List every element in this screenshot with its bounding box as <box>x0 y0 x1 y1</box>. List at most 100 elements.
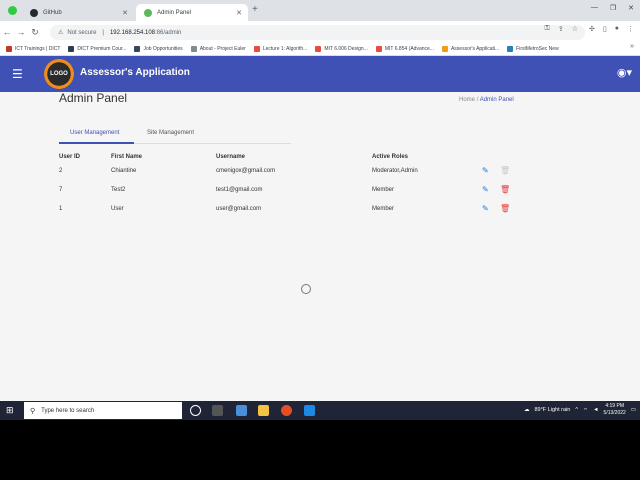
tab-github[interactable]: GitHub ✕ <box>22 4 134 21</box>
header-active-roles: Active Roles <box>372 154 409 160</box>
delete-icon[interactable]: 🗑 <box>500 204 510 213</box>
bookmark-item[interactable]: About - Project Euler <box>190 46 246 52</box>
close-icon[interactable]: ✕ <box>236 9 242 17</box>
bookmark-item[interactable]: Job Opportunities <box>134 46 183 52</box>
forward-icon[interactable]: → <box>14 27 28 37</box>
weather-text[interactable]: 89°F Light rain <box>534 407 570 413</box>
warning-icon[interactable]: ⚠ <box>58 29 63 36</box>
url-host: 192.168.254.108 <box>109 29 156 36</box>
breadcrumb-current: Admin Panel <box>479 97 514 103</box>
tab-admin-panel[interactable]: Admin Panel ✕ <box>136 4 248 21</box>
cell-first-name: Chiantine <box>111 168 137 174</box>
vscode-icon[interactable] <box>304 405 315 416</box>
window-controls: — ❐ ✕ <box>591 4 634 12</box>
star-icon[interactable]: ☆ <box>572 25 578 33</box>
separator: | <box>102 29 104 36</box>
new-tab-button[interactable]: + <box>252 4 258 15</box>
cell-first-name: Test2 <box>111 187 126 193</box>
profile-icon[interactable] <box>8 6 17 15</box>
bookmark-item[interactable]: DICT Premium Cour... <box>68 46 126 52</box>
admin-favicon-icon <box>144 8 152 17</box>
minimize-button[interactable]: — <box>591 4 598 12</box>
task-view-icon[interactable] <box>212 405 223 416</box>
key-icon[interactable]: ⚿ <box>545 25 550 33</box>
table-row: 7 Test2 test1@gmail.com Member ✎ 🗑 <box>59 185 529 205</box>
weather-icon[interactable]: ☁ <box>524 407 530 413</box>
app-header: ☰ LOGO Assessor's Application ◉▾ <box>0 56 640 92</box>
cell-user-id: 7 <box>59 187 63 193</box>
table-row: 2 Chiantine cmenigox@gmail.com Moderator… <box>59 166 529 186</box>
reload-icon[interactable]: ↻ <box>28 27 42 38</box>
network-icon[interactable]: ⌔ <box>583 407 588 414</box>
loading-cursor-icon <box>301 284 311 294</box>
cell-active-roles: Member <box>372 206 395 212</box>
delete-icon[interactable]: 🗑 <box>500 185 510 194</box>
system-tray: ☁ 89°F Light rain ^ ⌔ ◄ 4:19 PM 5/13/202… <box>524 403 636 417</box>
bookmarks-bar: ICT Trainings | DICT DICT Premium Cour..… <box>0 43 640 56</box>
management-tabs: User Management Site Management <box>59 128 291 144</box>
share-icon[interactable]: ⇪ <box>558 25 564 33</box>
notifications-icon[interactable]: ▭ <box>631 407 636 413</box>
maximize-button[interactable]: ❐ <box>610 4 616 12</box>
clock[interactable]: 4:19 PM 5/13/2022 <box>604 403 626 417</box>
cell-username: cmenigox@gmail.com <box>216 168 276 174</box>
cell-user-id: 2 <box>59 168 63 174</box>
bookmarks-overflow-icon[interactable]: » <box>630 43 634 50</box>
puzzle-icon[interactable]: ✣ <box>589 25 595 33</box>
cell-first-name: User <box>111 206 124 212</box>
cortana-icon[interactable] <box>190 405 201 416</box>
chrome-icon[interactable] <box>281 405 292 416</box>
edit-icon[interactable]: ✎ <box>482 166 489 175</box>
hamburger-menu-icon[interactable]: ☰ <box>12 67 23 81</box>
bookmark-item[interactable]: FirstMetroSec New <box>507 46 559 52</box>
omnibox-actions: ⚿ ⇪ ☆ <box>545 25 578 33</box>
profile-avatar-icon[interactable]: ● <box>615 25 619 33</box>
chevron-up-icon[interactable]: ^ <box>575 407 578 413</box>
breadcrumb-separator: / <box>476 97 479 103</box>
bookmark-item[interactable]: Lecture 1: Algorith... <box>253 46 307 52</box>
github-icon <box>30 8 38 17</box>
back-icon[interactable]: ← <box>0 27 14 37</box>
bookmark-icon <box>190 46 197 52</box>
close-icon[interactable]: ✕ <box>122 9 128 17</box>
edit-icon[interactable]: ✎ <box>482 204 489 213</box>
extension-icons: ✣ ▯ ● ⋮ <box>589 25 634 33</box>
delete-icon: 🗑 <box>500 166 511 175</box>
windows-start-icon[interactable]: ⊞ <box>6 405 14 416</box>
bookmark-item[interactable]: ICT Trainings | DICT <box>6 46 60 52</box>
address-bar[interactable]: ⚠ Not secure | 192.168.254.108 :86/admin <box>50 25 585 40</box>
app-logo[interactable]: LOGO <box>44 59 74 89</box>
taskbar-search-input[interactable]: ⚲ Type here to search <box>24 402 182 419</box>
security-label: Not secure <box>67 29 97 36</box>
account-icon[interactable]: ◉▾ <box>617 66 632 79</box>
header-user-id: User ID <box>59 154 81 160</box>
edit-icon[interactable]: ✎ <box>482 185 489 194</box>
bookmark-icon <box>441 46 448 52</box>
close-window-button[interactable]: ✕ <box>628 4 634 12</box>
breadcrumb-home[interactable]: Home <box>459 97 475 103</box>
sidebar-icon[interactable]: ▯ <box>603 25 607 33</box>
bookmark-item[interactable]: MIT 6.854 (Advance... <box>375 46 434 52</box>
browser-tab-strip: GitHub ✕ Admin Panel ✕ + — ❐ ✕ <box>0 0 640 21</box>
cell-active-roles: Moderator,Admin <box>372 168 418 174</box>
tab-user-management[interactable]: User Management <box>70 130 119 136</box>
file-explorer-icon[interactable] <box>258 405 269 416</box>
bookmark-item[interactable]: MIT 6.006 Design... <box>315 46 368 52</box>
web-page: ☰ LOGO Assessor's Application ◉▾ Admin P… <box>0 56 640 420</box>
youtube-icon <box>315 46 322 52</box>
app-title[interactable]: Assessor's Application <box>80 67 190 78</box>
cell-active-roles: Member <box>372 187 395 193</box>
header-first-name: First Name <box>111 154 143 160</box>
more-icon[interactable]: ⋮ <box>627 25 634 33</box>
windows-taskbar: ⊞ ⚲ Type here to search ☁ 89°F Light rai… <box>0 401 640 420</box>
search-placeholder: Type here to search <box>41 407 95 414</box>
youtube-icon <box>253 46 260 52</box>
url-path: :86/admin <box>155 29 182 36</box>
widgets-icon[interactable] <box>236 405 247 416</box>
bookmark-item[interactable]: Assessor's Applicati... <box>441 46 499 52</box>
header-username: Username <box>216 154 246 160</box>
youtube-icon <box>375 46 382 52</box>
volume-icon[interactable]: ◄ <box>593 407 598 413</box>
breadcrumb: Home / Admin Panel <box>459 97 514 103</box>
tab-site-management[interactable]: Site Management <box>147 130 194 136</box>
